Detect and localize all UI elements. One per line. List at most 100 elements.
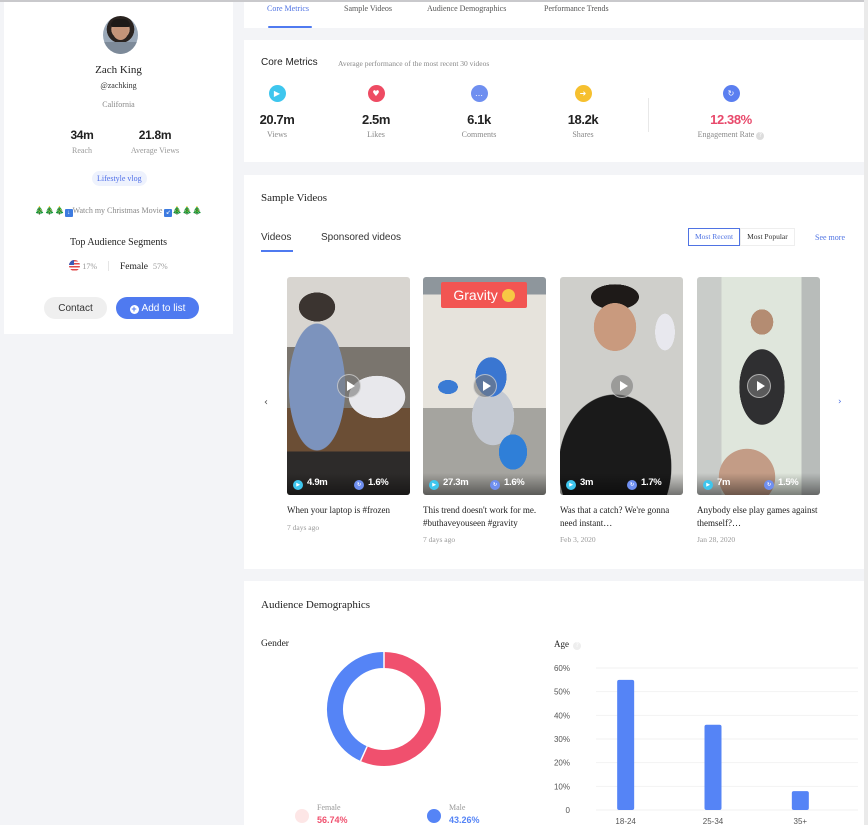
stat-average-views: 21.8m Average Views (130, 128, 180, 155)
metric-shares: ➜ 18.2k Shares (548, 85, 618, 139)
video-engagement: ↻ 1.6% (490, 477, 525, 490)
comment-icon: … (470, 85, 488, 102)
profile-handle: @zachking (100, 81, 137, 90)
play-button[interactable] (747, 374, 771, 398)
tab-sample-videos[interactable]: Sample Videos (344, 4, 392, 13)
legend-female: Female 56.74% (295, 803, 348, 825)
profile-bio: 🎄🎄🎄 ↓ Watch my Christmas Movie ↙🎄🎄🎄 (34, 206, 203, 217)
video-thumbnail[interactable]: ▶ 7m ↻ 1.5% (697, 277, 820, 495)
sort-most-recent[interactable]: Most Recent (688, 228, 741, 246)
male-avatar-icon (427, 809, 441, 823)
profile-name: Zach King (95, 64, 142, 76)
video-date: Feb 3, 2020 (560, 535, 596, 544)
video-thumbnail[interactable]: ▶ 3m ↻ 1.7% (560, 277, 683, 495)
x-tick-label: 18-24 (615, 817, 636, 825)
refresh-icon: ↻ (722, 85, 740, 102)
share-icon: ➜ (574, 85, 592, 102)
metric-likes: ♥ 2.5m Likes (341, 85, 411, 139)
avatar (103, 16, 138, 54)
help-icon[interactable]: ? (573, 642, 582, 650)
emoji-icon (501, 289, 515, 302)
play-icon: ▶ (268, 85, 286, 102)
play-icon: ▶ (566, 480, 576, 490)
refresh-icon: ↻ (490, 480, 500, 490)
profile-location: California (102, 100, 135, 109)
sort-toggle: Most Recent Most Popular (688, 228, 795, 246)
plus-circle-icon: + (129, 303, 139, 314)
gender-percent: 57% (152, 262, 168, 271)
age-bar-chart: 0 10% 20% 30% 40% 50% 60% 18-24 25-34 35+ (554, 664, 858, 825)
play-icon: ▶ (429, 480, 439, 490)
video-caption[interactable]: Anybody else play games against themself… (697, 504, 822, 529)
sample-videos-card: Sample Videos Videos Sponsored videos Mo… (244, 175, 864, 569)
play-button[interactable] (610, 374, 634, 398)
play-button[interactable] (473, 374, 497, 398)
tab-performance-trends[interactable]: Performance Trends (544, 4, 609, 13)
contact-button[interactable]: Contact (44, 297, 107, 319)
video-thumbnail[interactable]: ▶ 4.9m ↻ 1.6% (287, 277, 410, 495)
donut-slice-female (360, 652, 441, 766)
tab-audience-demographics[interactable]: Audience Demographics (427, 4, 506, 13)
video-engagement: ↻ 1.5% (764, 477, 799, 490)
female-avatar-icon (295, 809, 309, 823)
refresh-icon: ↻ (354, 480, 364, 490)
video-date: 7 days ago (423, 535, 456, 544)
video-views: ▶ 4.9m (293, 477, 328, 490)
video-card[interactable]: ▶ 3m ↻ 1.7% Was that a catch? We're gonna … (560, 277, 683, 544)
audience-segments-title: Top Audience Segments (69, 237, 168, 248)
video-caption[interactable]: Was that a catch? We're gonna need insta… (560, 504, 685, 529)
tab-sponsored-videos[interactable]: Sponsored videos (321, 232, 401, 243)
x-tick-label: 35+ (794, 817, 808, 825)
video-engagement: ↻ 1.6% (354, 477, 389, 490)
sort-most-popular[interactable]: Most Popular (740, 228, 795, 246)
chevron-right-icon[interactable]: › (838, 397, 842, 407)
country-percent: 17% (82, 262, 98, 271)
age-bar-18-24[interactable] (617, 679, 635, 810)
video-views: ▶ 3m (566, 477, 593, 490)
video-caption[interactable]: This trend doesn't work for me. #buthave… (423, 504, 548, 529)
age-chart-title: Age ? (554, 639, 582, 650)
category-tag[interactable]: Lifestyle vlog (92, 171, 147, 186)
tree-emoji-icon: 🎄🎄🎄 (34, 206, 65, 215)
y-tick-label: 20% (554, 759, 570, 768)
audience-demographics-card: Audience Demographics Gender Female 56.7… (244, 581, 864, 825)
video-overlay-text: Gravity (441, 282, 527, 308)
down-arrow-emoji-icon: ↓ (64, 209, 73, 217)
video-caption[interactable]: When your laptop is #frozen (287, 504, 412, 517)
stat-reach: 34m Reach (70, 128, 94, 155)
play-button[interactable] (337, 374, 361, 398)
tab-videos[interactable]: Videos (261, 232, 291, 243)
chevron-left-icon[interactable]: ‹ (264, 397, 268, 408)
video-thumbnail[interactable]: Gravity ▶ 27.3m ↻ 1.6% (423, 277, 546, 495)
age-bar-25-34[interactable] (704, 724, 722, 810)
x-tick-label: 25-34 (703, 817, 724, 825)
y-tick-label: 50% (554, 688, 570, 697)
refresh-icon: ↻ (627, 480, 637, 490)
video-date: 7 days ago (287, 522, 320, 532)
see-more-link[interactable]: See more (815, 233, 845, 242)
section-tabs: Core Metrics Sample Videos Audience Demo… (244, 2, 868, 28)
tab-core-metrics[interactable]: Core Metrics (267, 4, 309, 13)
sample-videos-title: Sample Videos (261, 192, 328, 204)
help-icon[interactable]: ? (756, 132, 765, 140)
audience-segments: 17% Female 57% (4, 260, 233, 272)
add-to-list-button[interactable]: + Add to list (116, 297, 199, 319)
core-metrics-subtitle: Average performance of the most recent 3… (338, 59, 490, 68)
demographics-title: Audience Demographics (261, 599, 371, 611)
active-tab-indicator (268, 26, 312, 28)
video-card[interactable]: ▶ 4.9m ↻ 1.6% When your laptop is #frozen … (287, 277, 410, 532)
metrics-divider (648, 98, 649, 132)
video-card[interactable]: Gravity ▶ 27.3m ↻ 1.6% This trend doesn't … (423, 277, 546, 544)
age-bar-35+[interactable] (791, 791, 809, 810)
core-metrics-card: Core Metrics Average performance of the … (244, 40, 864, 162)
metric-views: ▶ 20.7m Views (242, 85, 312, 139)
video-date: Jan 28, 2020 (697, 535, 736, 544)
us-flag-icon (69, 260, 81, 271)
legend-male: Male 43.26% (427, 803, 480, 825)
scrollbar[interactable] (864, 0, 868, 825)
video-card[interactable]: ▶ 7m ↻ 1.5% Anybody else play games agains… (697, 277, 820, 544)
y-tick-label: 10% (554, 782, 570, 791)
divider (108, 261, 110, 271)
core-metrics-title: Core Metrics (261, 57, 318, 68)
gender-segment: Female (120, 262, 148, 272)
